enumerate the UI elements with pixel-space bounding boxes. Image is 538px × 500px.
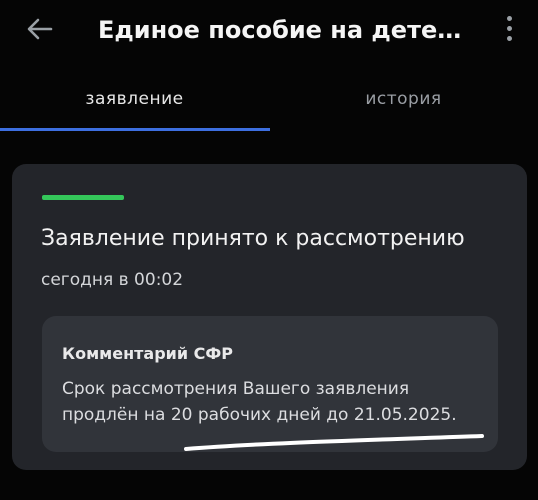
tab-bar: заявление история <box>0 70 538 132</box>
arrow-left-icon <box>27 18 53 40</box>
page-title: Единое пособие на детей… <box>98 16 470 44</box>
status-title: Заявление принято к рассмотрению <box>41 226 465 251</box>
app-bar: Единое пособие на детей… <box>0 0 538 62</box>
more-menu-button[interactable] <box>492 10 526 46</box>
comment-box: Комментарий СФР Срок рассмотрения Вашего… <box>42 316 498 452</box>
status-date: сегодня в 00:02 <box>41 270 184 290</box>
more-vertical-icon <box>506 15 512 21</box>
comment-line-1: Срок рассмотрения Вашего заявления <box>62 379 410 399</box>
application-status-card: Заявление принято к рассмотрению сегодня… <box>12 164 527 470</box>
status-indicator <box>42 195 124 200</box>
back-button[interactable] <box>20 12 60 46</box>
comment-title: Комментарий СФР <box>62 344 233 363</box>
tab-history[interactable]: история <box>269 70 538 128</box>
comment-text: Срок рассмотрения Вашего заявления продл… <box>62 376 492 428</box>
tab-application[interactable]: заявление <box>0 70 269 128</box>
comment-line-2: продлён на 20 рабочих дней до 21.05.2025… <box>62 405 457 425</box>
active-tab-indicator <box>0 128 270 131</box>
